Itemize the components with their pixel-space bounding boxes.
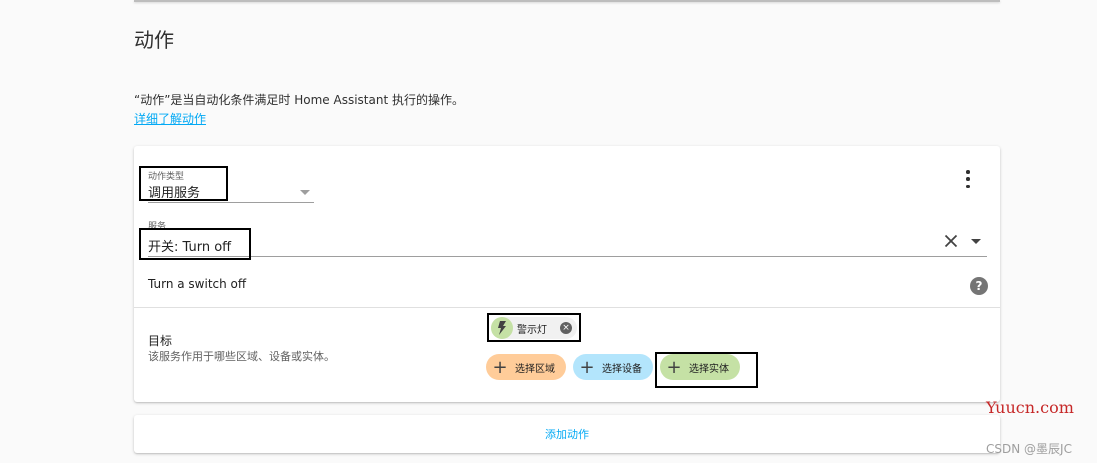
- divider: [134, 307, 1000, 308]
- add-action-button[interactable]: 添加动作: [134, 415, 1000, 453]
- learn-more-link[interactable]: 详细了解动作: [134, 110, 206, 127]
- service-description: Turn a switch off: [148, 277, 247, 291]
- site-watermark: Yuucn.com: [986, 398, 1074, 417]
- more-options-icon[interactable]: [962, 170, 974, 188]
- pick-device-button[interactable]: + 选择设备: [573, 354, 653, 380]
- annotation-box-action-type: [139, 166, 228, 201]
- author-watermark: CSDN @墨辰JC: [986, 442, 1072, 456]
- chevron-down-icon: [300, 190, 310, 195]
- target-title: 目标: [148, 334, 173, 348]
- add-action-card: 添加动作: [134, 415, 1000, 453]
- pick-area-label: 选择区域: [515, 363, 555, 375]
- section-description: “动作”是当自动化条件满足时 Home Assistant 执行的操作。: [134, 93, 464, 107]
- previous-card-edge: [134, 0, 1000, 2]
- action-card: 动作类型 调用服务 服务 开关: Turn off Turn a switch …: [134, 146, 1000, 402]
- annotation-box-service: [139, 228, 251, 260]
- clear-icon[interactable]: [944, 234, 958, 248]
- plus-icon: +: [492, 356, 508, 378]
- annotation-box-pick-entity: [655, 352, 758, 388]
- service-select[interactable]: 服务 开关: Turn off: [148, 218, 987, 257]
- help-icon[interactable]: ?: [970, 277, 988, 295]
- pick-device-label: 选择设备: [602, 363, 642, 375]
- target-description: 该服务作用于哪些区域、设备或实体。: [148, 350, 335, 363]
- chevron-down-icon[interactable]: [971, 239, 981, 244]
- plus-icon: +: [579, 356, 595, 378]
- page-title: 动作: [134, 28, 174, 52]
- pick-area-button[interactable]: + 选择区域: [486, 354, 566, 380]
- annotation-box-entity: [487, 313, 581, 342]
